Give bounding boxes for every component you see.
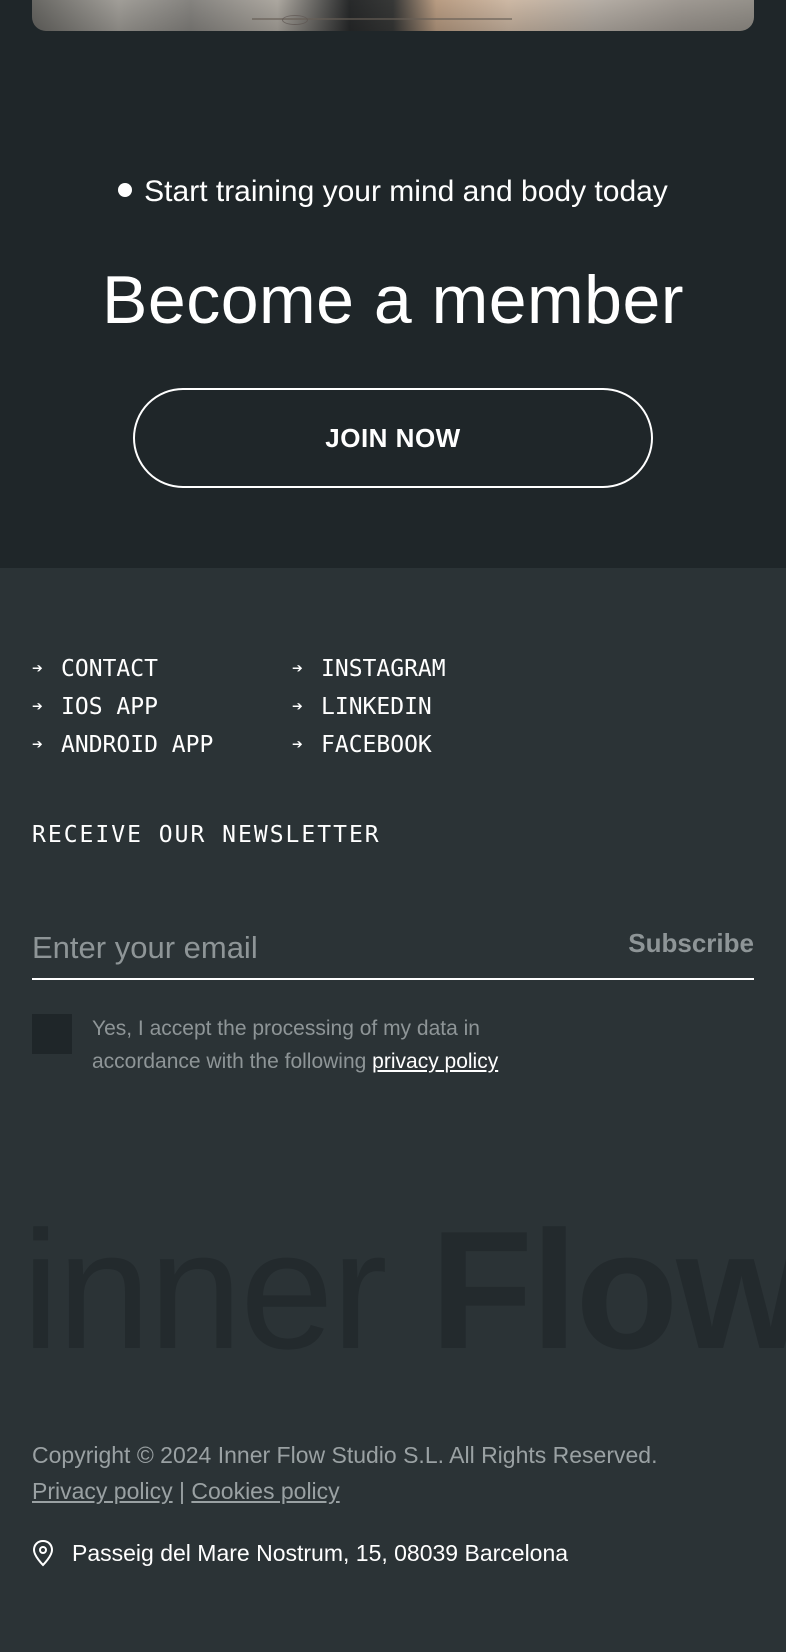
arrow-right-icon: ➔ <box>292 734 303 755</box>
footer-links-left: ➔ CONTACT ➔ IOS APP ➔ ANDROID APP <box>32 650 213 764</box>
legal-links: Privacy policy | Cookies policy <box>32 1473 772 1509</box>
arrow-right-icon: ➔ <box>32 734 43 755</box>
cookies-policy-link[interactable]: Cookies policy <box>191 1478 339 1504</box>
footer-link-label: IOS APP <box>61 694 158 720</box>
legal-separator: | <box>179 1478 185 1504</box>
brand-wordmark-light: inner <box>22 1196 388 1384</box>
footer-links-right: ➔ INSTAGRAM ➔ LINKEDIN ➔ FACEBOOK <box>292 650 446 764</box>
consent-checkbox[interactable] <box>32 1014 72 1054</box>
bullet-dot-icon <box>118 183 133 197</box>
copyright-text: Copyright © 2024 Inner Flow Studio S.L. … <box>32 1442 658 1468</box>
footer-link-label: FACEBOOK <box>321 732 432 758</box>
join-now-button[interactable]: JOIN NOW <box>133 388 653 488</box>
location-pin-icon <box>32 1538 72 1568</box>
privacy-policy-link[interactable]: privacy policy <box>372 1050 498 1073</box>
arrow-right-icon: ➔ <box>292 658 303 679</box>
headline: Become a member <box>102 262 684 338</box>
brand-wordmark: inner Flow <box>22 1206 786 1374</box>
hero-image-shade <box>32 0 754 31</box>
newsletter-title: RECEIVE OUR NEWSLETTER <box>32 822 381 848</box>
arrow-right-icon: ➔ <box>32 696 43 717</box>
footer-link-label: ANDROID APP <box>61 732 214 758</box>
address: Passeig del Mare Nostrum, 15, 08039 Barc… <box>32 1538 568 1568</box>
eyebrow: Start training your mind and body today <box>0 172 786 212</box>
privacy-policy-footer-link[interactable]: Privacy policy <box>32 1478 173 1504</box>
newsletter-form: Subscribe <box>32 920 754 980</box>
consent-label: Yes, I accept the processing of my data … <box>92 1012 592 1078</box>
footer-link-instagram[interactable]: ➔ INSTAGRAM <box>292 650 446 688</box>
arrow-right-icon: ➔ <box>32 658 43 679</box>
subscribe-button[interactable]: Subscribe <box>628 928 754 959</box>
footer-link-label: LINKEDIN <box>321 694 432 720</box>
hero-image <box>32 0 754 31</box>
footer-link-ios-app[interactable]: ➔ IOS APP <box>32 688 213 726</box>
footer-link-label: INSTAGRAM <box>321 656 446 682</box>
footer-link-facebook[interactable]: ➔ FACEBOOK <box>292 726 446 764</box>
footer-link-label: CONTACT <box>61 656 158 682</box>
brand-wordmark-bold: Flow <box>430 1196 786 1384</box>
footer-link-linkedin[interactable]: ➔ LINKEDIN <box>292 688 446 726</box>
member-cta-section: Start training your mind and body today … <box>0 0 786 568</box>
address-text: Passeig del Mare Nostrum, 15, 08039 Barc… <box>72 1539 569 1566</box>
copyright-block: Copyright © 2024 Inner Flow Studio S.L. … <box>32 1437 772 1509</box>
eyebrow-text: Start training your mind and body today <box>144 175 668 208</box>
arrow-right-icon: ➔ <box>292 696 303 717</box>
email-input[interactable] <box>32 920 592 976</box>
footer-link-android-app[interactable]: ➔ ANDROID APP <box>32 726 213 764</box>
footer-link-contact[interactable]: ➔ CONTACT <box>32 650 213 688</box>
